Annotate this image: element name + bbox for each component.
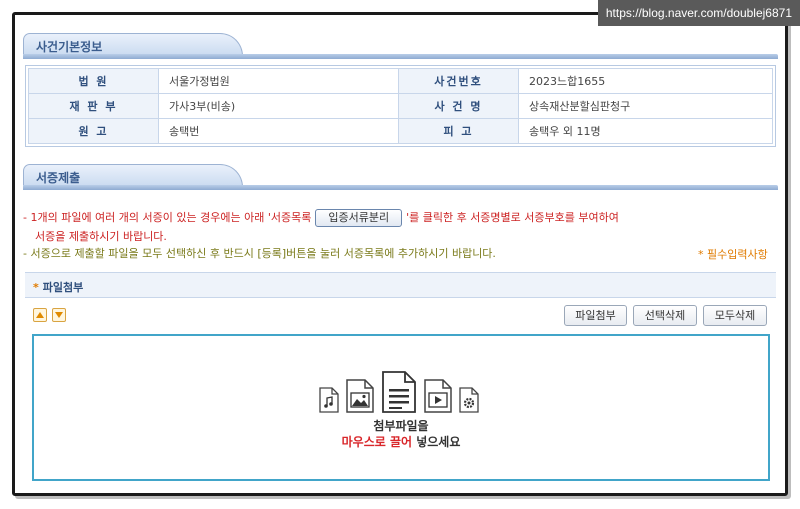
defendant-label: 피 고 bbox=[398, 118, 519, 144]
music-file-icon bbox=[319, 387, 339, 413]
plaintiff-label: 원 고 bbox=[28, 118, 159, 144]
settings-file-icon bbox=[459, 387, 479, 413]
main-frame: 사건기본정보 법 원 서울가정법원 사건번호 2023느합1655 재 판 부 … bbox=[12, 12, 788, 496]
file-type-icons bbox=[319, 369, 489, 413]
notice-split-line2: 서증을 제출하시기 바랍니다. bbox=[35, 230, 167, 243]
evidence-divider bbox=[23, 185, 778, 190]
delete-all-button[interactable]: 모두삭제 bbox=[703, 305, 767, 326]
case-info-tab: 사건기본정보 bbox=[23, 33, 243, 56]
plaintiff-value: 송택번 bbox=[158, 118, 399, 144]
case-info-divider bbox=[23, 54, 778, 59]
arrow-down-icon bbox=[55, 312, 63, 318]
watermark: https://blog.naver.com/doublej6871 bbox=[597, 0, 800, 26]
attach-header: * 파일첨부 bbox=[25, 272, 776, 298]
move-down-button[interactable] bbox=[52, 308, 66, 322]
drop-highlight-text: 마우스로 끌어 bbox=[341, 435, 413, 449]
drop-instruction-line1: 첨부파일을 bbox=[373, 419, 429, 433]
video-file-icon bbox=[424, 379, 452, 413]
case-name-value: 상속재산분할심판청구 bbox=[518, 93, 773, 119]
notice-split: - 1개의 파일에 여러 개의 서증이 있는 경우에는 아래 '서증목록 입증서류… bbox=[23, 209, 619, 227]
division-label: 재 판 부 bbox=[28, 93, 159, 119]
table-row: 원 고 송택번 피 고 송택우 외 11명 bbox=[28, 118, 773, 144]
notice-register: - 서증으로 제출할 파일을 모두 선택하신 후 반드시 [등록]버튼을 눌러 … bbox=[23, 247, 496, 260]
case-number-value: 2023느합1655 bbox=[518, 68, 773, 94]
move-up-button[interactable] bbox=[33, 308, 47, 322]
evidence-tab: 서증제출 bbox=[23, 164, 243, 187]
case-name-label: 사 건 명 bbox=[398, 93, 519, 119]
evidence-title: 서증제출 bbox=[36, 171, 81, 185]
case-number-label: 사건번호 bbox=[398, 68, 519, 94]
attach-label-wrap: * 파일첨부 bbox=[33, 281, 84, 294]
attach-file-button[interactable]: 파일첨부 bbox=[564, 305, 627, 326]
file-dropzone[interactable]: 첨부파일을 마우스로 끌어 넣으세요 bbox=[32, 334, 770, 481]
notice-split-text-2: '를 클릭한 후 서증명별로 서증부호를 부여하여 bbox=[406, 211, 619, 224]
attach-label: 파일첨부 bbox=[42, 281, 84, 294]
required-note: * 필수입력사항 bbox=[698, 248, 768, 261]
division-value: 가사3부(비송) bbox=[158, 93, 399, 119]
table-row: 법 원 서울가정법원 사건번호 2023느합1655 bbox=[28, 68, 773, 94]
defendant-value: 송택우 외 11명 bbox=[518, 118, 773, 144]
table-row: 재 판 부 가사3부(비송) 사 건 명 상속재산분할심판청구 bbox=[28, 93, 773, 119]
delete-selected-button[interactable]: 선택삭제 bbox=[633, 305, 697, 326]
court-label: 법 원 bbox=[28, 68, 159, 94]
drop-instruction-line2: 마우스로 끌어 넣으세요 bbox=[34, 433, 768, 450]
split-evidence-button[interactable]: 입증서류분리 bbox=[315, 209, 403, 227]
case-info-title: 사건기본정보 bbox=[36, 40, 103, 54]
case-info-table: 법 원 서울가정법원 사건번호 2023느합1655 재 판 부 가사3부(비송… bbox=[25, 65, 776, 147]
arrow-up-icon bbox=[36, 312, 44, 318]
image-file-icon bbox=[346, 379, 374, 413]
document-file-icon bbox=[382, 371, 416, 413]
drop-rest-text: 넣으세요 bbox=[412, 435, 461, 449]
court-value: 서울가정법원 bbox=[158, 68, 399, 94]
notice-split-text-1: - 1개의 파일에 여러 개의 서증이 있는 경우에는 아래 '서증목록 bbox=[23, 211, 312, 224]
